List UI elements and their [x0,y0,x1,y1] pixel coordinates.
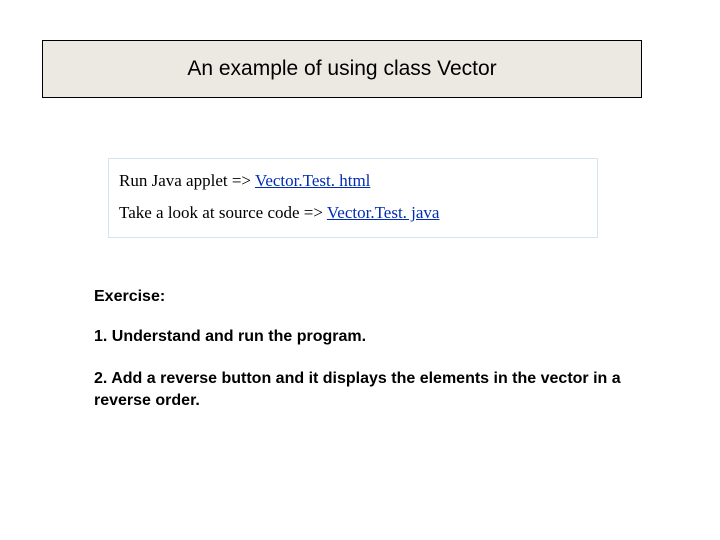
exercise-item-1: 1. Understand and run the program. [94,328,366,346]
vector-test-java-link[interactable]: Vector.Test. java [327,203,440,222]
exercise-item-2: 2. Add a reverse button and it displays … [94,368,634,411]
links-box: Run Java applet => Vector.Test. html Tak… [108,158,598,238]
slide: An example of using class Vector Run Jav… [0,0,720,540]
exercise-label: Exercise: [94,288,165,306]
title-box: An example of using class Vector [42,40,642,98]
vector-test-html-link[interactable]: Vector.Test. html [255,171,370,190]
applet-prefix: Run Java applet => [119,171,255,190]
source-line: Take a look at source code => Vector.Tes… [119,203,587,223]
source-prefix: Take a look at source code => [119,203,327,222]
slide-title: An example of using class Vector [187,57,496,81]
applet-line: Run Java applet => Vector.Test. html [119,171,587,191]
